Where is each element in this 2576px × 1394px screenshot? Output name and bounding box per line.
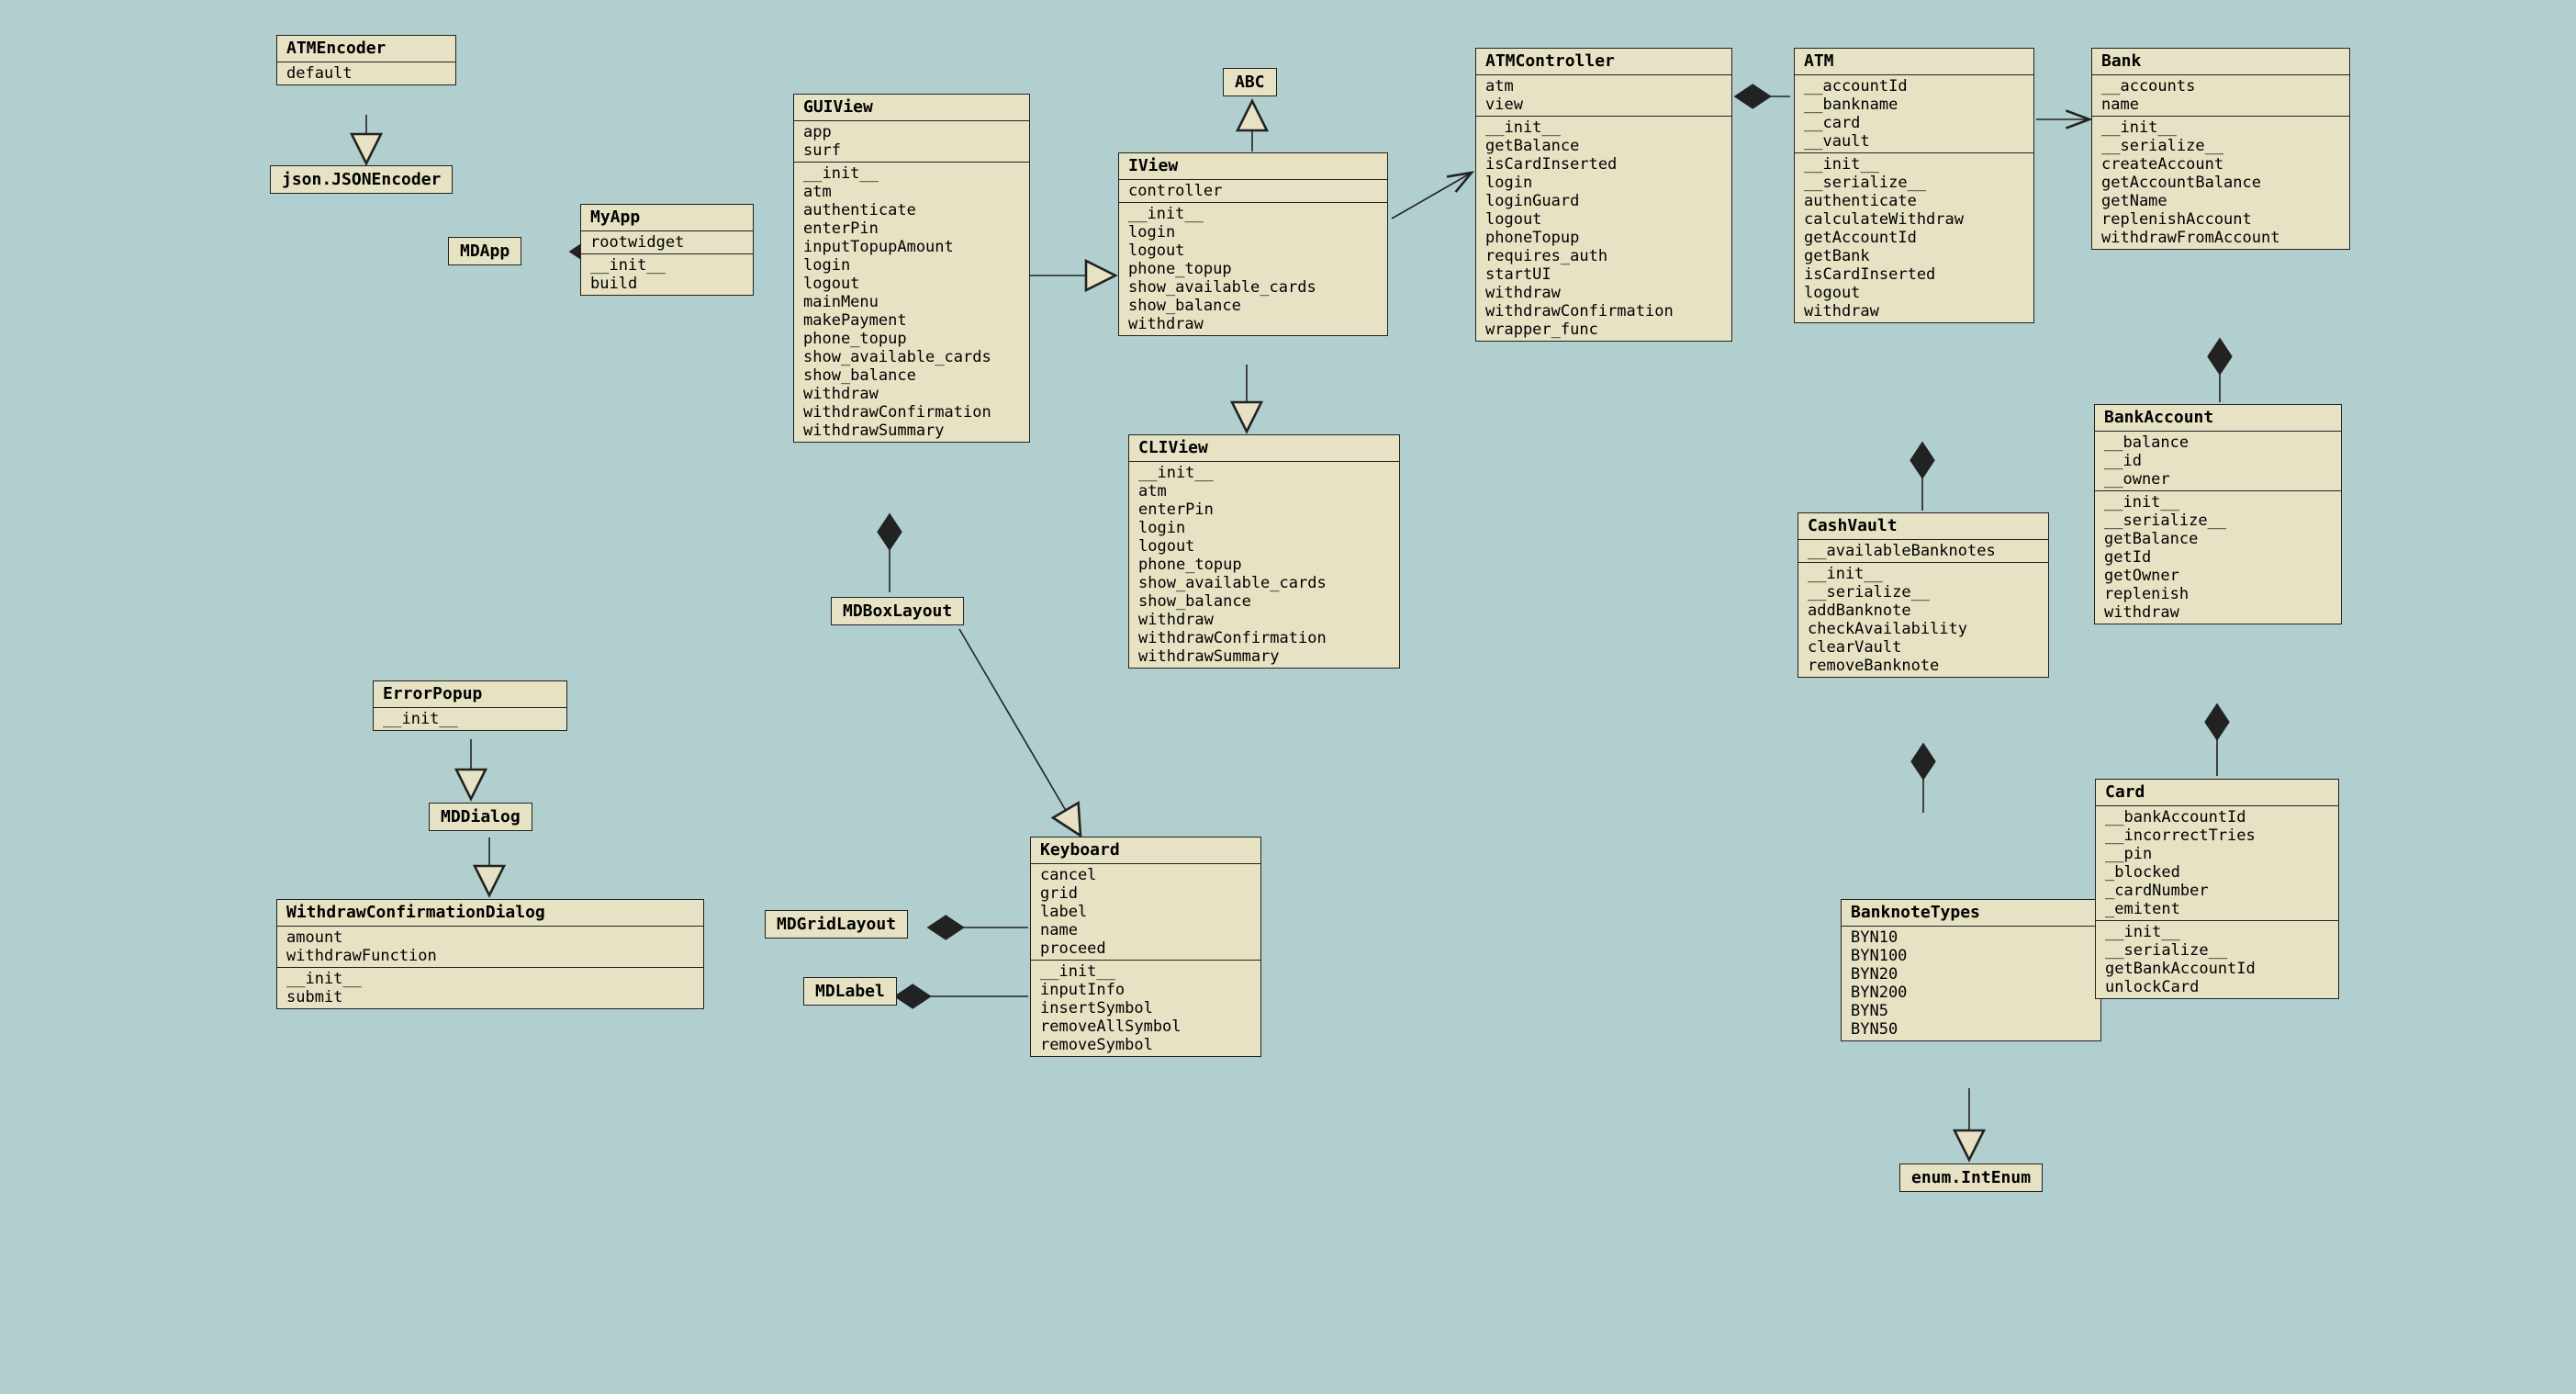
class-title: ATMController — [1476, 49, 1731, 75]
class-title: CashVault — [1798, 513, 2048, 540]
uml-class-WithdrawConfirmationDialog: WithdrawConfirmationDialog amount withdr… — [276, 899, 704, 1009]
class-section: __init__ submit — [277, 968, 703, 1008]
uml-class-IView: IView controller __init__ login logout p… — [1118, 152, 1388, 336]
class-title: WithdrawConfirmationDialog — [277, 900, 703, 927]
uml-class-GUIView: GUIView app surf __init__ atm authentica… — [793, 94, 1030, 443]
uml-class-Keyboard: Keyboard cancel grid label name proceed … — [1030, 837, 1261, 1057]
class-section: __init__ __serialize__ getBankAccountId … — [2096, 921, 2338, 998]
uml-class-Card: Card __bankAccountId __incorrectTries __… — [2095, 779, 2339, 999]
uml-class-CashVault: CashVault __availableBanknotes __init__ … — [1798, 512, 2049, 678]
uml-class-Bank: Bank __accounts name __init__ __serializ… — [2091, 48, 2350, 250]
class-section: __init__ getBalance isCardInserted login… — [1476, 117, 1731, 341]
class-title: MyApp — [581, 205, 753, 231]
uml-class-ATM: ATM __accountId __bankname __card __vaul… — [1794, 48, 2034, 323]
class-title: Card — [2096, 780, 2338, 806]
class-section: __init__ __serialize__ addBanknote check… — [1798, 563, 2048, 677]
uml-class-MDLabel: MDLabel — [803, 977, 897, 1006]
class-title: IView — [1119, 153, 1387, 180]
class-section: __accounts name — [2092, 75, 2349, 117]
class-section: controller — [1119, 180, 1387, 203]
class-title: ErrorPopup — [374, 681, 566, 708]
class-section: __init__ __serialize__ authenticate calc… — [1795, 153, 2033, 322]
class-title: CLIView — [1129, 435, 1399, 462]
class-section: __init__ __serialize__ getBalance getId … — [2095, 491, 2341, 624]
class-title: GUIView — [794, 95, 1029, 121]
uml-class-ErrorPopup: ErrorPopup __init__ — [373, 680, 567, 731]
uml-class-MDApp: MDApp — [448, 237, 521, 265]
class-section: app surf — [794, 121, 1029, 163]
uml-class-jsonJSONEncoder: json.JSONEncoder — [270, 165, 453, 194]
class-section: cancel grid label name proceed — [1031, 864, 1260, 961]
class-section: __init__ inputInfo insertSymbol removeAl… — [1031, 961, 1260, 1056]
uml-class-enumIntEnum: enum.IntEnum — [1899, 1164, 2043, 1192]
class-section: BYN10 BYN100 BYN20 BYN200 BYN5 BYN50 — [1842, 927, 2100, 1040]
uml-class-ATMController: ATMController atm view __init__ getBalan… — [1475, 48, 1732, 342]
uml-class-ATMEncoder: ATMEncoder default — [276, 35, 456, 85]
class-section: __init__ atm enterPin login logout phone… — [1129, 462, 1399, 668]
class-section: default — [277, 62, 455, 84]
class-section: __init__ build — [581, 254, 753, 295]
class-section: rootwidget — [581, 231, 753, 254]
class-section: __init__ — [374, 708, 566, 730]
uml-class-MDDialog: MDDialog — [429, 803, 532, 831]
class-section: atm view — [1476, 75, 1731, 117]
class-section: __accountId __bankname __card __vault — [1795, 75, 2033, 153]
uml-class-MDGridLayout: MDGridLayout — [765, 910, 908, 939]
class-title: BanknoteTypes — [1842, 900, 2100, 927]
uml-class-CLIView: CLIView __init__ atm enterPin login logo… — [1128, 434, 1400, 669]
uml-class-MDBoxLayout: MDBoxLayout — [831, 597, 964, 625]
class-title: Keyboard — [1031, 838, 1260, 864]
class-section: __availableBanknotes — [1798, 540, 2048, 563]
class-title: BankAccount — [2095, 405, 2341, 432]
class-title: Bank — [2092, 49, 2349, 75]
uml-class-ABC: ABC — [1223, 68, 1277, 96]
class-section: __bankAccountId __incorrectTries __pin _… — [2096, 806, 2338, 921]
class-title: ATM — [1795, 49, 2033, 75]
uml-class-MyApp: MyApp rootwidget __init__ build — [580, 204, 754, 296]
class-section: __balance __id __owner — [2095, 432, 2341, 491]
uml-class-BanknoteTypes: BanknoteTypes BYN10 BYN100 BYN20 BYN200 … — [1841, 899, 2101, 1041]
uml-class-BankAccount: BankAccount __balance __id __owner __ini… — [2094, 404, 2342, 624]
class-title: ATMEncoder — [277, 36, 455, 62]
class-section: amount withdrawFunction — [277, 927, 703, 968]
class-section: __init__ atm authenticate enterPin input… — [794, 163, 1029, 442]
class-section: __init__ login logout phone_topup show_a… — [1119, 203, 1387, 335]
class-section: __init__ __serialize__ createAccount get… — [2092, 117, 2349, 249]
